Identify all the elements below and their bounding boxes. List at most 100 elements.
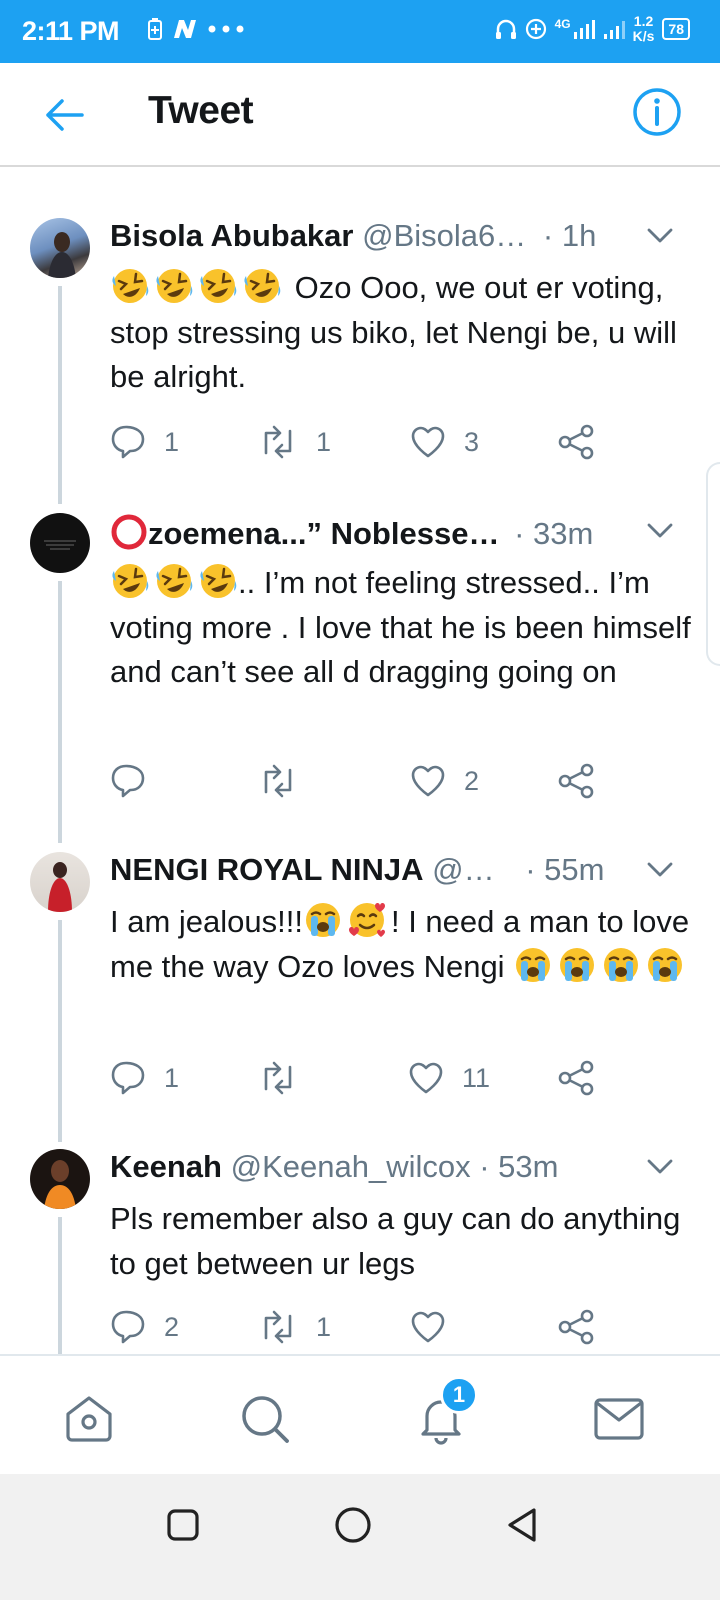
status-notification-icons [148, 18, 244, 40]
reply-icon [111, 425, 145, 459]
reply-button[interactable]: 1 [110, 1058, 179, 1098]
heart-icon [411, 1311, 445, 1343]
rofl-emoji-icon [243, 267, 282, 305]
rofl-emoji-icon [111, 267, 150, 305]
author-handle[interactable]: @Keenah_wilcox [231, 1149, 471, 1184]
avatar-photo-icon [48, 232, 76, 278]
tweet-actions: 2 [110, 761, 610, 801]
share-icon [558, 1060, 594, 1096]
retweet-icon [264, 1310, 292, 1344]
crying-emoji-icon [558, 946, 596, 983]
share-button[interactable] [558, 1058, 594, 1098]
avatar[interactable] [30, 218, 90, 278]
avatar-text-image-icon [44, 540, 76, 550]
heart-icon [411, 426, 445, 458]
recent-apps-icon[interactable] [160, 1502, 206, 1548]
data-saver-icon [525, 18, 546, 40]
page-title: Tweet [148, 89, 254, 132]
network-type: 4G [554, 17, 571, 31]
like-button[interactable] [410, 1307, 464, 1347]
reply-icon [111, 1061, 145, 1095]
signal-icon-1 [573, 20, 595, 39]
info-icon[interactable] [632, 87, 682, 137]
share-button[interactable] [558, 422, 594, 462]
crying-emoji-icon [602, 946, 640, 983]
avatar[interactable] [30, 1149, 90, 1209]
reply-button[interactable] [110, 761, 164, 801]
thread-line [58, 920, 62, 1142]
tweet-4[interactable]: Keenah @Keenah_wilcox · 53m Pls remember… [0, 1149, 720, 1357]
author-name[interactable]: zoemena...” Noblesse… [148, 516, 499, 551]
tweet-text: Pls remember also a guy can do anything … [110, 1201, 681, 1281]
bottom-navigation: 1 [0, 1354, 720, 1474]
tweet-3[interactable]: NENGI ROYAL NINJA @… · 55m I am jealous!… [0, 852, 720, 1142]
avatar-photo-icon [48, 862, 72, 912]
retweet-icon [264, 1061, 292, 1095]
avatar-photo-icon [44, 1160, 76, 1209]
tweet-text: .. I’m not feeling stressed.. I’m voting… [110, 561, 700, 695]
home-icon[interactable] [62, 1392, 116, 1446]
chevron-down-icon[interactable] [646, 1157, 674, 1177]
like-button[interactable]: 3 [410, 422, 479, 462]
crying-emoji-icon [514, 946, 552, 983]
retweet-button[interactable]: 1 [258, 422, 331, 462]
tweet-actions: 2 1 [110, 1307, 610, 1347]
share-icon [558, 1309, 594, 1345]
messages-envelope-icon[interactable] [592, 1392, 646, 1446]
tweet-actions: 1 11 [110, 1058, 610, 1098]
back-triangle-icon[interactable] [500, 1502, 546, 1548]
tweet-header: NENGI ROYAL NINJA @… · 55m [110, 852, 710, 892]
thread-line [58, 1217, 62, 1357]
heart-icon [411, 765, 445, 797]
retweet-button[interactable]: 1 [258, 1307, 331, 1347]
chevron-down-icon[interactable] [646, 860, 674, 880]
battery-level: 78 [662, 18, 690, 40]
reply-icon [111, 1310, 145, 1344]
red-circle-emoji-icon [111, 514, 147, 550]
chevron-down-icon[interactable] [646, 226, 674, 246]
rofl-emoji-icon [199, 267, 238, 305]
system-navigation-bar [0, 1474, 720, 1600]
crying-emoji-icon [304, 901, 342, 939]
author-handle[interactable]: @… [432, 852, 494, 887]
like-button[interactable]: 11 [408, 1058, 490, 1098]
tweet-actions: 1 1 3 [110, 422, 610, 462]
avatar[interactable] [30, 852, 90, 912]
avatar[interactable] [30, 513, 90, 573]
notification-badge: 1 [440, 1376, 478, 1414]
retweet-button[interactable] [258, 761, 316, 801]
retweet-button[interactable] [258, 1058, 316, 1098]
chevron-down-icon[interactable] [646, 521, 674, 541]
reply-button[interactable]: 1 [110, 422, 179, 462]
author-name[interactable]: Bisola Abubakar [110, 218, 353, 253]
tweet-1[interactable]: Bisola Abubakar @Bisola6… · 1h Ozo Ooo, … [0, 218, 720, 504]
tweet-time: · 55m [525, 852, 605, 887]
tweet-text: Ozo Ooo, we out er voting, stop stressin… [110, 266, 700, 400]
thread-line [58, 286, 62, 504]
author-name[interactable]: NENGI ROYAL NINJA [110, 852, 424, 887]
tweet-time: · 1h [542, 218, 597, 253]
status-right-icons: 4G 1.2 K/s 78 [495, 14, 690, 44]
tweet-header: Keenah @Keenah_wilcox · 53m [110, 1149, 710, 1189]
share-icon [558, 424, 594, 460]
back-arrow-icon[interactable] [42, 93, 86, 137]
tweet-2[interactable]: zoemena...” Noblesse… · 33m .. I’m not f… [0, 513, 720, 843]
author-handle[interactable]: @Bisola6… [362, 218, 526, 253]
scroll-handle[interactable] [706, 462, 720, 666]
home-circle-icon[interactable] [330, 1502, 376, 1548]
tweet-text: I am jealous!!!! I need a man to love me… [110, 900, 700, 989]
like-button[interactable]: 2 [410, 761, 479, 801]
app-header: Tweet [0, 63, 720, 167]
share-button[interactable] [558, 1307, 594, 1347]
reply-button[interactable]: 2 [110, 1307, 179, 1347]
author-name[interactable]: Keenah [110, 1149, 222, 1184]
app-n-icon [174, 20, 196, 38]
thread-line [58, 581, 62, 843]
tweet-time: · 53m [479, 1149, 559, 1184]
share-button[interactable] [558, 761, 594, 801]
signal-icon-2 [603, 21, 625, 39]
rofl-emoji-icon [155, 267, 194, 305]
rofl-emoji-icon [155, 562, 194, 600]
search-icon[interactable] [238, 1392, 292, 1446]
rofl-emoji-icon [199, 562, 238, 600]
